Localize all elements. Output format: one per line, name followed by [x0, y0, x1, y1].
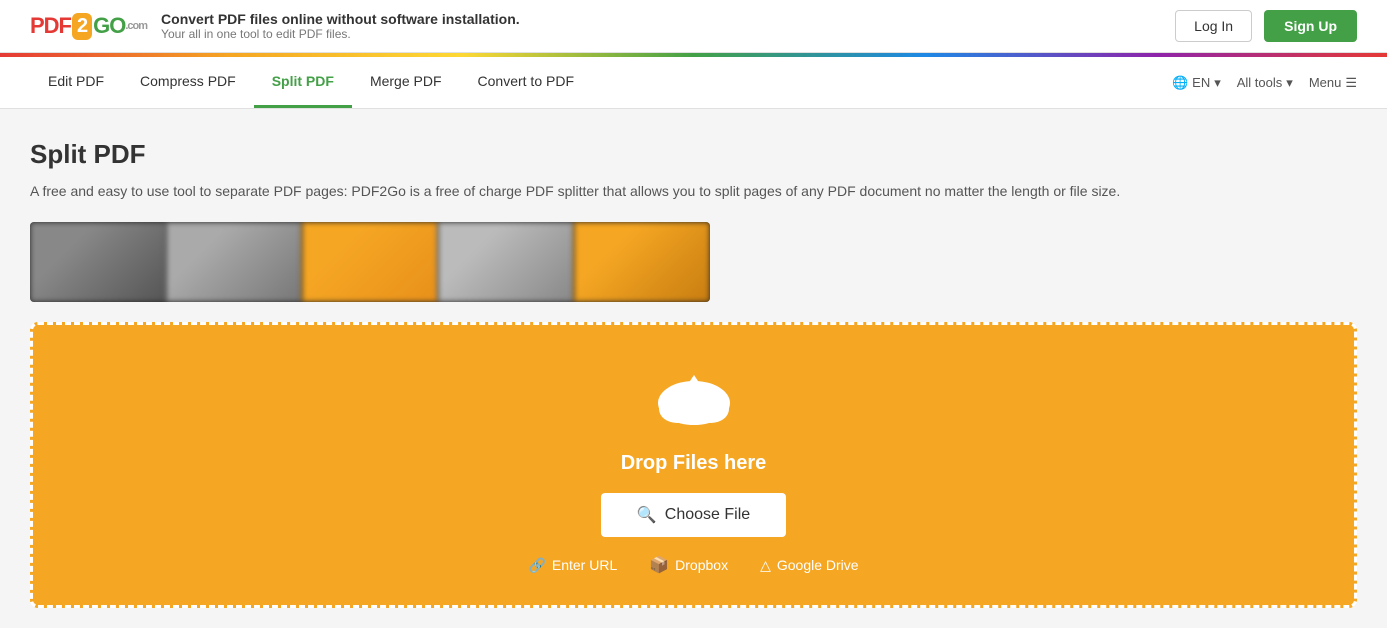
nav-merge-pdf[interactable]: Merge PDF: [352, 57, 460, 108]
page-title: Split PDF: [30, 139, 1357, 170]
preview-block-3: [302, 222, 438, 302]
login-button[interactable]: Log In: [1175, 10, 1252, 42]
cloud-upload-icon: [649, 365, 739, 438]
logo-area: PDF 2 GO .com Convert PDF files online w…: [30, 11, 520, 41]
dropbox-icon: 📦: [649, 555, 669, 575]
nav-links: Edit PDF Compress PDF Split PDF Merge PD…: [30, 57, 592, 108]
nav-compress-pdf[interactable]: Compress PDF: [122, 57, 254, 108]
link-icon: 🔗: [528, 557, 545, 574]
choose-file-button[interactable]: 🔍 Choose File: [601, 493, 786, 537]
search-icon: 🔍: [637, 505, 657, 525]
page-description: A free and easy to use tool to separate …: [30, 180, 1130, 202]
menu-icon: ☰: [1345, 75, 1357, 91]
logo: PDF 2 GO .com: [30, 13, 147, 40]
all-tools-chevron: ▾: [1286, 75, 1293, 91]
enter-url-link[interactable]: 🔗 Enter URL: [528, 555, 617, 575]
upload-zone[interactable]: Drop Files here 🔍 Choose File 🔗 Enter UR…: [30, 322, 1357, 608]
all-tools-label: All tools: [1237, 75, 1283, 90]
globe-icon: 🌐: [1172, 75, 1188, 91]
main-content: Split PDF A free and easy to use tool to…: [0, 109, 1387, 608]
nav-split-pdf[interactable]: Split PDF: [254, 57, 352, 108]
tagline-main: Convert PDF files online without softwar…: [161, 11, 520, 27]
site-header: PDF 2 GO .com Convert PDF files online w…: [0, 0, 1387, 53]
tagline: Convert PDF files online without softwar…: [161, 11, 520, 41]
google-drive-link[interactable]: △ Google Drive: [760, 555, 858, 575]
nav-edit-pdf[interactable]: Edit PDF: [30, 57, 122, 108]
drop-files-text: Drop Files here: [621, 452, 767, 475]
logo-2: 2: [72, 13, 92, 40]
lang-label: EN: [1192, 75, 1210, 90]
lang-chevron: ▾: [1214, 75, 1221, 91]
dropbox-label: Dropbox: [675, 557, 728, 573]
preview-image: [30, 222, 710, 302]
preview-block-4: [438, 222, 574, 302]
preview-block-2: [166, 222, 302, 302]
header-actions: Log In Sign Up: [1175, 10, 1357, 42]
logo-pdf: PDF: [30, 13, 71, 39]
preview-block-1: [30, 222, 166, 302]
dropbox-link[interactable]: 📦 Dropbox: [649, 555, 728, 575]
google-drive-icon: △: [760, 557, 771, 574]
tagline-sub: Your all in one tool to edit PDF files.: [161, 27, 520, 41]
nav-convert-to-pdf[interactable]: Convert to PDF: [460, 57, 592, 108]
preview-block-5: [574, 222, 710, 302]
menu-label: Menu: [1309, 75, 1342, 90]
main-nav: Edit PDF Compress PDF Split PDF Merge PD…: [0, 57, 1387, 109]
all-tools-selector[interactable]: All tools ▾: [1237, 75, 1293, 91]
google-drive-label: Google Drive: [777, 557, 859, 573]
choose-file-label: Choose File: [665, 506, 750, 524]
logo-com: .com: [125, 20, 147, 32]
signup-button[interactable]: Sign Up: [1264, 10, 1357, 42]
language-selector[interactable]: 🌐 EN ▾: [1172, 75, 1221, 91]
nav-right: 🌐 EN ▾ All tools ▾ Menu ☰: [1172, 75, 1357, 91]
logo-go: GO: [93, 13, 125, 39]
enter-url-label: Enter URL: [552, 557, 617, 573]
menu-button[interactable]: Menu ☰: [1309, 75, 1357, 91]
bottom-links: 🔗 Enter URL 📦 Dropbox △ Google Drive: [528, 555, 858, 575]
